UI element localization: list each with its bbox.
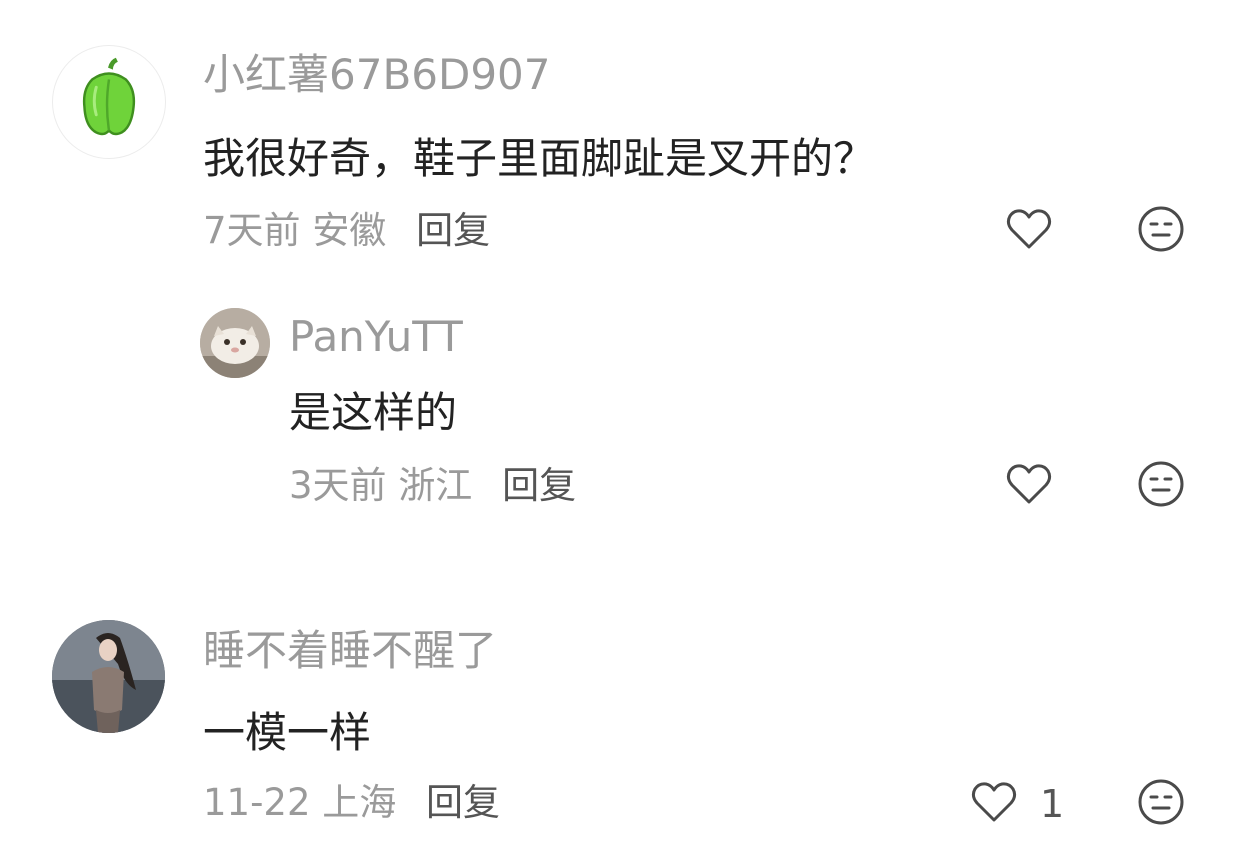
neutral-face-icon (1138, 206, 1184, 252)
heart-icon (1006, 209, 1052, 249)
reply-button[interactable]: 回复 (426, 781, 500, 824)
comment-item: 睡不着睡不醒了 一模一样 11-22 上海 回复 1 (0, 600, 1260, 843)
cat-photo (200, 308, 270, 378)
comment-meta: 3天前 浙江 回复 (289, 467, 576, 504)
reply-comment-item: PanYuTT 是这样的 3天前 浙江 回复 (0, 290, 1260, 540)
username[interactable]: PanYuTT (289, 316, 463, 358)
avatar[interactable] (52, 45, 166, 159)
comment-location: 安徽 (312, 209, 387, 252)
green-pepper-icon (82, 57, 136, 136)
avatar[interactable] (200, 308, 270, 378)
comment-text: 我很好奇，鞋子里面脚趾是叉开的？ (203, 134, 876, 183)
comment-meta: 11-22 上海 回复 (203, 784, 500, 821)
neutral-face-icon (1138, 779, 1184, 825)
reply-button[interactable]: 回复 (416, 209, 490, 252)
comment-location: 上海 (322, 781, 397, 824)
comment-time: 7天前 (203, 209, 301, 252)
comment-time: 3天前 (289, 464, 387, 507)
comment-meta: 7天前 安徽 回复 (203, 212, 490, 249)
dislike-button[interactable] (1135, 776, 1187, 828)
comment-time: 11-22 (203, 781, 311, 824)
dislike-button[interactable] (1135, 203, 1187, 255)
reply-button[interactable]: 回复 (502, 464, 576, 507)
heart-icon (1006, 464, 1052, 504)
comment-text: 是这样的 (289, 388, 458, 437)
comment-item: 小红薯67B6D907 我很好奇，鞋子里面脚趾是叉开的？ 7天前 安徽 回复 (0, 0, 1260, 290)
username[interactable]: 小红薯67B6D907 (203, 54, 551, 96)
dislike-button[interactable] (1135, 458, 1187, 510)
neutral-face-icon (1138, 461, 1184, 507)
heart-icon (971, 782, 1017, 822)
like-button[interactable] (1003, 458, 1055, 510)
username[interactable]: 睡不着睡不醒了 (203, 630, 497, 672)
like-count: 1 (1040, 782, 1065, 826)
like-button[interactable] (1003, 203, 1055, 255)
like-button[interactable] (968, 776, 1020, 828)
avatar[interactable] (52, 620, 165, 733)
woman-photo (52, 620, 165, 733)
comment-text: 一模一样 (203, 708, 372, 757)
comment-location: 浙江 (398, 464, 473, 507)
